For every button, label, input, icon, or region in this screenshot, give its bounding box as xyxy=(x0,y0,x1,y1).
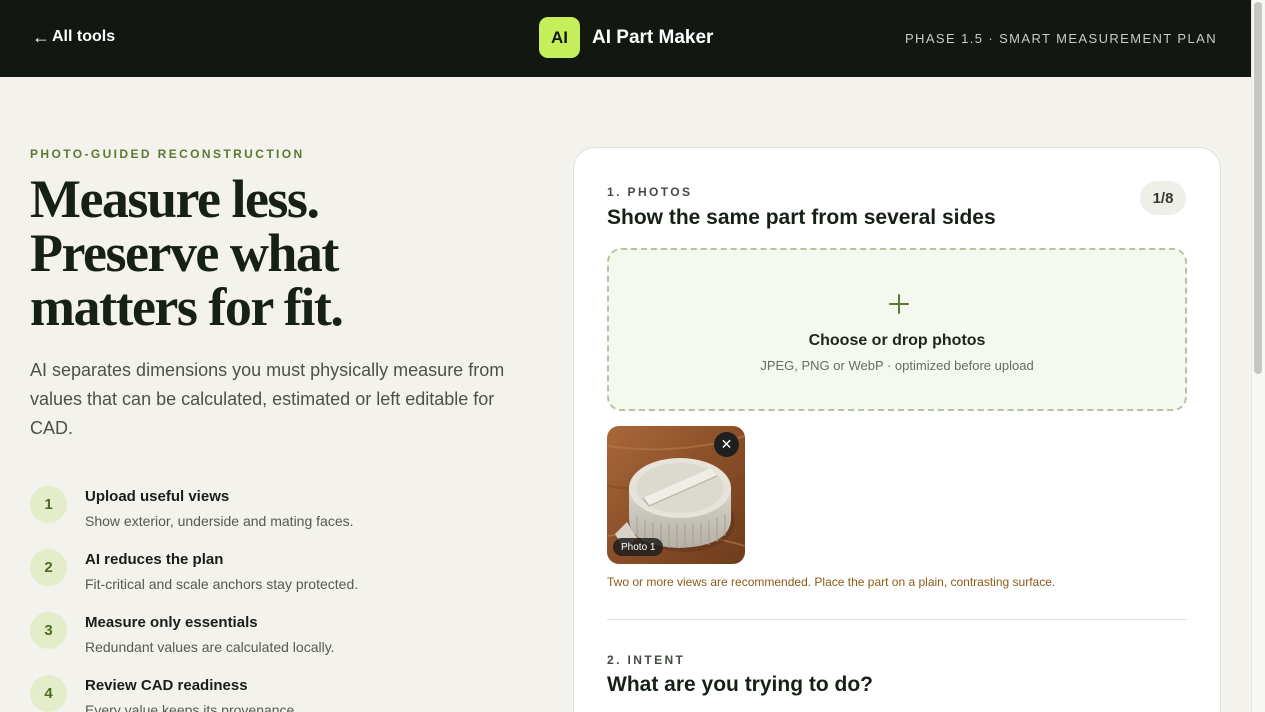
hero-title-line: Preserve what xyxy=(30,223,339,283)
hero-lead: AI separates dimensions you must physica… xyxy=(30,360,505,438)
back-link-label: All tools xyxy=(52,28,116,45)
intent-section-title: What are you trying to do? xyxy=(607,673,873,696)
app-logo: AI xyxy=(539,17,580,58)
photo-label: Photo 1 xyxy=(613,538,664,556)
step-title: AI reduces the plan xyxy=(85,551,224,568)
dropzone-subtitle: JPEG, PNG or WebP · optimized before upl… xyxy=(760,358,1034,373)
step-description: Show exterior, underside and mating face… xyxy=(85,513,354,529)
hero-title-line: matters for fit. xyxy=(30,277,344,337)
brand: AI AI Part Maker xyxy=(539,17,713,58)
reconstruction-form-card: 1. PHOTOS Show the same part from severa… xyxy=(573,147,1221,712)
app-name: AI Part Maker xyxy=(592,26,714,48)
steps-list: 1 Upload useful views Show exterior, und… xyxy=(30,486,530,712)
hero-title-line: Measure less. xyxy=(30,169,320,229)
step-item: 2 AI reduces the plan Fit-critical and s… xyxy=(30,549,530,612)
step-item: 4 Review CAD readiness Every value keeps… xyxy=(30,675,530,712)
step-description: Fit-critical and scale anchors stay prot… xyxy=(85,576,359,592)
step-title: Measure only essentials xyxy=(85,614,258,631)
intent-section-label: 2. INTENT xyxy=(607,653,686,667)
step-number: 2 xyxy=(30,549,67,586)
photo-dropzone[interactable]: Choose or drop photos JPEG, PNG or WebP … xyxy=(607,248,1187,411)
step-description: Redundant values are calculated locally. xyxy=(85,639,335,655)
page-scrollbar[interactable] xyxy=(1251,0,1265,712)
photo-count-badge: 1/8 xyxy=(1140,181,1186,215)
step-number: 1 xyxy=(30,486,67,523)
plus-icon xyxy=(889,294,909,314)
step-title: Upload useful views xyxy=(85,488,230,505)
step-item: 3 Measure only essentials Redundant valu… xyxy=(30,612,530,675)
step-title: Review CAD readiness xyxy=(85,677,248,694)
photos-hint: Two or more views are recommended. Place… xyxy=(607,575,1056,589)
scrollbar-thumb[interactable] xyxy=(1254,2,1262,374)
section-divider xyxy=(607,619,1187,620)
hero-title: Measure less. Preserve what matters for … xyxy=(30,172,530,334)
phase-label: PHASE 1.5 · SMART MEASUREMENT PLAN xyxy=(904,31,1217,46)
arrow-left-icon: ← xyxy=(32,27,50,47)
photos-section-label: 1. PHOTOS xyxy=(607,185,693,199)
step-item: 1 Upload useful views Show exterior, und… xyxy=(30,486,530,549)
hero-eyebrow: PHOTO-GUIDED RECONSTRUCTION xyxy=(30,147,305,161)
dropzone-title: Choose or drop photos xyxy=(808,332,986,349)
remove-photo-button[interactable]: ✕ xyxy=(714,432,739,457)
photo-thumbnail[interactable]: ✕ Photo 1 xyxy=(607,426,745,564)
photos-section-title: Show the same part from several sides xyxy=(607,206,996,229)
step-number: 3 xyxy=(30,612,67,649)
top-bar: ← All tools AI AI Part Maker PHASE 1.5 ·… xyxy=(0,0,1251,77)
step-number: 4 xyxy=(30,675,67,712)
back-to-all-tools-link[interactable]: ← All tools xyxy=(32,28,115,46)
step-description: Every value keeps its provenance. xyxy=(85,702,299,712)
